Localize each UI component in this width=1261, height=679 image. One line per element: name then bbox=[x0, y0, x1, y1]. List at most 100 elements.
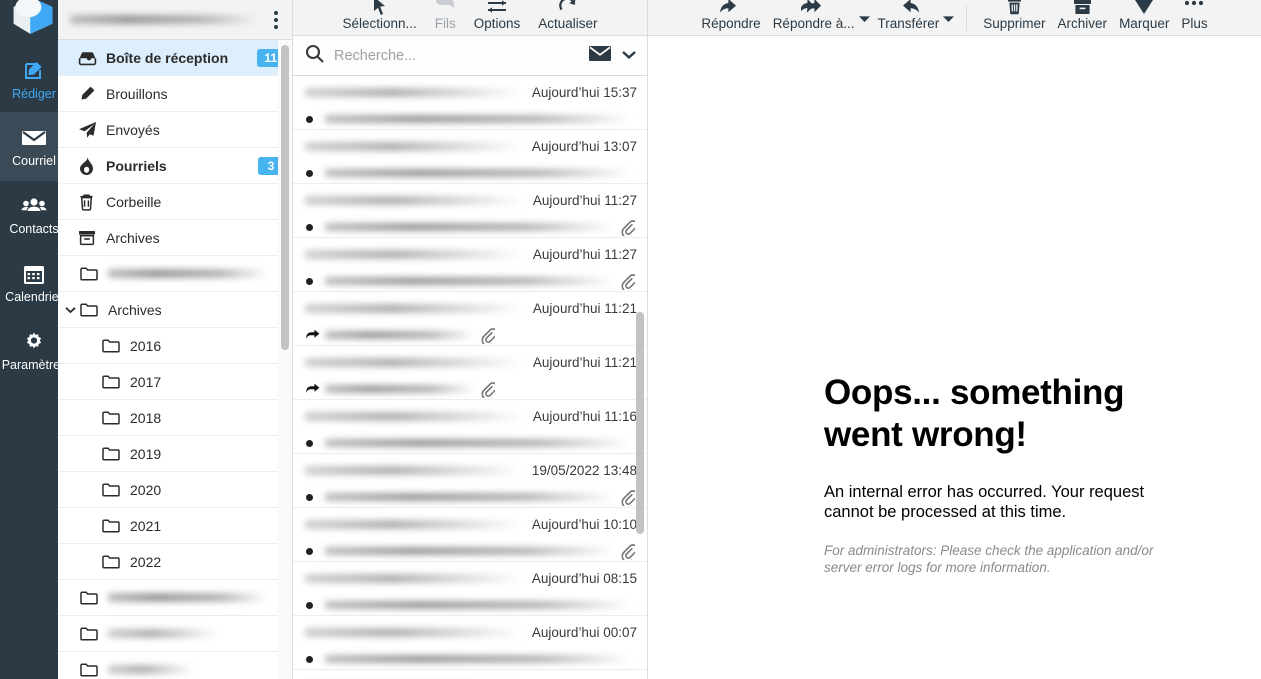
reply-all-button[interactable]: Répondre à... bbox=[767, 3, 861, 33]
sidebar-item-redacted-2-label bbox=[108, 593, 268, 602]
rail-item-calendar[interactable]: Calendrier bbox=[0, 249, 58, 317]
paper-plane-icon bbox=[78, 121, 106, 139]
sidebar-item-2021[interactable]: 2021 bbox=[58, 508, 292, 544]
attachment-paperclip-icon bbox=[481, 327, 497, 344]
subject-redacted bbox=[325, 655, 631, 663]
sidebar-item-trash[interactable]: Corbeille bbox=[58, 184, 292, 220]
delete-button[interactable]: Supprimer bbox=[977, 3, 1051, 33]
message-row[interactable]: 18/05/2022 01:06 bbox=[293, 670, 647, 679]
message-row[interactable]: Aujourd’hui 11:21 bbox=[293, 346, 647, 400]
search-icon bbox=[305, 44, 324, 68]
more-button[interactable]: Plus bbox=[1175, 3, 1213, 33]
unread-dot-icon bbox=[305, 548, 321, 555]
folder-scrollbar-thumb[interactable] bbox=[281, 45, 289, 350]
sidebar-item-2016[interactable]: 2016 bbox=[58, 328, 292, 364]
sidebar-item-2022[interactable]: 2022 bbox=[58, 544, 292, 580]
delete-button-label: Supprimer bbox=[983, 15, 1045, 33]
archive-box-icon bbox=[1073, 0, 1092, 15]
folder-list: Boîte de réception 11 Brouillons Envoyés bbox=[58, 40, 292, 679]
folder-panel: Boîte de réception 11 Brouillons Envoyés bbox=[58, 0, 293, 679]
rail-item-compose-label: Rédiger bbox=[12, 87, 56, 102]
unread-dot-icon bbox=[305, 602, 321, 609]
subject-redacted bbox=[325, 601, 631, 609]
sliders-options-icon bbox=[487, 0, 507, 15]
unread-dot-icon bbox=[305, 170, 321, 177]
message-row[interactable]: Aujourd’hui 11:21 bbox=[293, 292, 647, 346]
rail-item-settings[interactable]: Paramètres bbox=[0, 317, 58, 385]
forward-icon bbox=[897, 0, 919, 15]
message-list-column: Sélectionn... Fils Options bbox=[293, 0, 648, 679]
calendar-icon bbox=[23, 261, 45, 287]
subject-redacted bbox=[325, 169, 631, 177]
subject-redacted bbox=[325, 385, 475, 393]
sidebar-item-inbox[interactable]: Boîte de réception 11 bbox=[58, 40, 292, 76]
message-row[interactable]: Aujourd’hui 11:27 bbox=[293, 184, 647, 238]
message-date: Aujourd’hui 11:21 bbox=[533, 301, 637, 316]
sidebar-item-redacted-1[interactable] bbox=[58, 256, 292, 292]
message-row[interactable]: Aujourd’hui 13:07 bbox=[293, 130, 647, 184]
mark-button-label: Marquer bbox=[1119, 15, 1169, 33]
sidebar-item-2017[interactable]: 2017 bbox=[58, 364, 292, 400]
message-row[interactable]: 19/05/2022 13:48 bbox=[293, 454, 647, 508]
reply-button[interactable]: Répondre bbox=[695, 3, 766, 33]
search-chevron-down-icon[interactable] bbox=[621, 47, 637, 65]
rail-item-mail-label: Courriel bbox=[12, 154, 56, 169]
rail-item-mail[interactable]: Courriel bbox=[0, 113, 58, 181]
sidebar-item-redacted-4-label bbox=[108, 665, 194, 674]
threads-button[interactable]: Fils bbox=[429, 3, 462, 33]
sidebar-item-2019[interactable]: 2019 bbox=[58, 436, 292, 472]
archive-button[interactable]: Archiver bbox=[1052, 3, 1114, 33]
refresh-button-label: Actualiser bbox=[538, 15, 597, 33]
sidebar-item-sent[interactable]: Envoyés bbox=[58, 112, 292, 148]
sidebar-item-junk[interactable]: Pourriels 3 bbox=[58, 148, 292, 184]
message-row[interactable]: Aujourd’hui 11:16 bbox=[293, 400, 647, 454]
trash-icon bbox=[78, 193, 106, 211]
gear-icon bbox=[23, 329, 45, 355]
message-date: Aujourd’hui 13:07 bbox=[532, 139, 637, 154]
kebab-menu-icon[interactable] bbox=[268, 11, 284, 29]
reply-button-label: Répondre bbox=[701, 15, 760, 33]
mark-button[interactable]: Marquer bbox=[1113, 3, 1175, 33]
sidebar-item-sent-label: Envoyés bbox=[106, 122, 292, 138]
sidebar-item-archives[interactable]: Archives bbox=[58, 220, 292, 256]
sender-redacted bbox=[305, 358, 523, 367]
sidebar-item-2019-label: 2019 bbox=[130, 446, 292, 462]
sidebar-item-2020[interactable]: 2020 bbox=[58, 472, 292, 508]
refresh-icon bbox=[558, 0, 577, 15]
subject-redacted bbox=[325, 277, 615, 285]
message-row[interactable]: Aujourd’hui 08:15 bbox=[293, 562, 647, 616]
search-scope-envelope-icon[interactable] bbox=[589, 45, 611, 67]
sidebar-item-redacted-4[interactable] bbox=[58, 652, 292, 679]
sidebar-item-drafts[interactable]: Brouillons bbox=[58, 76, 292, 112]
sidebar-item-junk-label: Pourriels bbox=[106, 158, 258, 174]
folder-icon bbox=[80, 662, 108, 677]
forward-button[interactable]: Transférer bbox=[872, 3, 946, 33]
options-button-label: Options bbox=[474, 15, 521, 33]
sidebar-item-redacted-3[interactable] bbox=[58, 616, 292, 652]
refresh-button[interactable]: Actualiser bbox=[532, 3, 603, 33]
message-row[interactable]: Aujourd’hui 00:07 bbox=[293, 616, 647, 670]
threads-icon bbox=[435, 0, 455, 15]
chevron-down-icon[interactable] bbox=[63, 303, 77, 317]
message-row[interactable]: Aujourd’hui 15:37 bbox=[293, 76, 647, 130]
subject-redacted bbox=[325, 223, 615, 231]
message-date: Aujourd’hui 00:07 bbox=[532, 625, 637, 640]
rail-item-compose[interactable]: Rédiger bbox=[0, 48, 58, 112]
error-message-block: Oops... something went wrong! An interna… bbox=[824, 372, 1164, 576]
attachment-paperclip-icon bbox=[481, 381, 497, 398]
rail-item-contacts[interactable]: Contacts bbox=[0, 181, 58, 249]
sidebar-item-archives-group[interactable]: Archives bbox=[58, 292, 292, 328]
select-button[interactable]: Sélectionn... bbox=[336, 3, 422, 33]
sidebar-item-2017-label: 2017 bbox=[130, 374, 292, 390]
sender-redacted bbox=[305, 142, 522, 151]
sidebar-item-2021-label: 2021 bbox=[130, 518, 292, 534]
account-name-redacted bbox=[70, 15, 258, 24]
sidebar-item-2018[interactable]: 2018 bbox=[58, 400, 292, 436]
message-row[interactable]: Aujourd’hui 10:10 bbox=[293, 508, 647, 562]
options-button[interactable]: Options bbox=[468, 3, 527, 33]
message-scrollbar-thumb[interactable] bbox=[636, 312, 644, 534]
sidebar-item-redacted-1-label bbox=[108, 269, 268, 278]
search-input[interactable] bbox=[334, 48, 579, 64]
message-row[interactable]: Aujourd’hui 11:27 bbox=[293, 238, 647, 292]
sidebar-item-redacted-2[interactable] bbox=[58, 580, 292, 616]
